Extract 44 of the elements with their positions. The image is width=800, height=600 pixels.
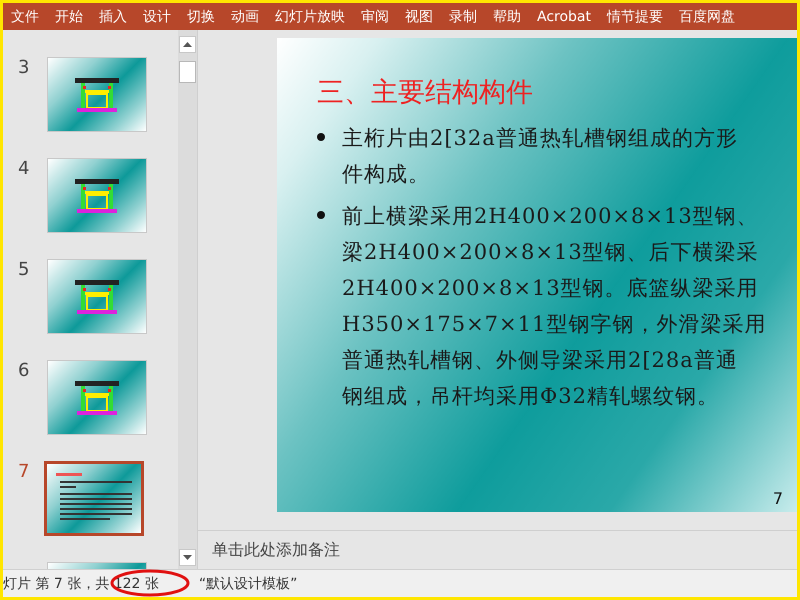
scroll-thumb[interactable] bbox=[179, 61, 196, 83]
slide-number: 6 bbox=[17, 360, 30, 381]
scroll-down-button[interactable] bbox=[179, 549, 196, 566]
slide-number: 4 bbox=[17, 158, 30, 179]
down-arrow-icon bbox=[183, 555, 192, 560]
slide-thumbnail[interactable] bbox=[47, 259, 147, 334]
menu-tab[interactable]: 百度网盘 bbox=[679, 8, 735, 26]
bullet-text: 钢组成，吊杆均采用Φ32精轧螺纹钢。 bbox=[342, 383, 720, 410]
bullet-dot bbox=[317, 133, 325, 141]
slide-number: 7 bbox=[17, 461, 30, 482]
slide-page-number: 7 bbox=[772, 489, 783, 508]
slide-thumbnail[interactable] bbox=[47, 57, 147, 132]
slide-thumbnail[interactable] bbox=[47, 360, 147, 435]
menu-tab[interactable]: 审阅 bbox=[361, 8, 389, 26]
slide-thumbnail[interactable] bbox=[47, 158, 147, 233]
menu-tab[interactable]: 录制 bbox=[449, 8, 477, 26]
bullet-text: 普通热轧槽钢、外侧导梁采用2[28a普通 bbox=[342, 347, 739, 374]
menu-tab[interactable]: 视图 bbox=[405, 8, 433, 26]
menu-tab[interactable]: 幻灯片放映 bbox=[275, 8, 345, 26]
menu-tab[interactable]: 动画 bbox=[231, 8, 259, 26]
bullet-text: 2H400×200×8×13型钢。底篮纵梁采用 bbox=[342, 275, 760, 302]
slide-number: 3 bbox=[17, 57, 30, 78]
bullet-text: H350×175×7×11型钢字钢，外滑梁采用 bbox=[342, 311, 766, 338]
notes-placeholder[interactable]: 单击此处添加备注 bbox=[212, 540, 340, 560]
bullet-text: 件构成。 bbox=[342, 161, 431, 188]
menu-tab[interactable]: 插入 bbox=[99, 8, 127, 26]
bullet-text: 梁2H400×200×8×13型钢、后下横梁采 bbox=[342, 239, 760, 266]
menu-tab[interactable]: Acrobat bbox=[537, 8, 591, 24]
bullet-dot bbox=[317, 211, 325, 219]
bullet-text: 前上横梁采用2H400×200×8×13型钢、 bbox=[342, 203, 760, 230]
menu-tab[interactable]: 文件 bbox=[11, 8, 39, 26]
menu-tab[interactable]: 开始 bbox=[55, 8, 83, 26]
menu-tab[interactable]: 切换 bbox=[187, 8, 215, 26]
menu-tab[interactable]: 情节提要 bbox=[607, 8, 663, 26]
slide-count: 灯片 第 7 张，共 122 张 bbox=[3, 574, 159, 592]
slide-title: 三、主要结构构件 bbox=[317, 76, 534, 110]
menu-tab[interactable]: 设计 bbox=[143, 8, 171, 26]
theme-name: “默认设计模板” bbox=[198, 574, 298, 592]
up-arrow-icon bbox=[183, 42, 192, 47]
slide-number: 5 bbox=[17, 259, 30, 280]
scroll-up-button[interactable] bbox=[179, 36, 196, 53]
menu-tab[interactable]: 帮助 bbox=[493, 8, 521, 26]
bullet-text: 主桁片由2[32a普通热轧槽钢组成的方形 bbox=[342, 125, 738, 152]
slide-thumbnail[interactable] bbox=[44, 461, 144, 536]
